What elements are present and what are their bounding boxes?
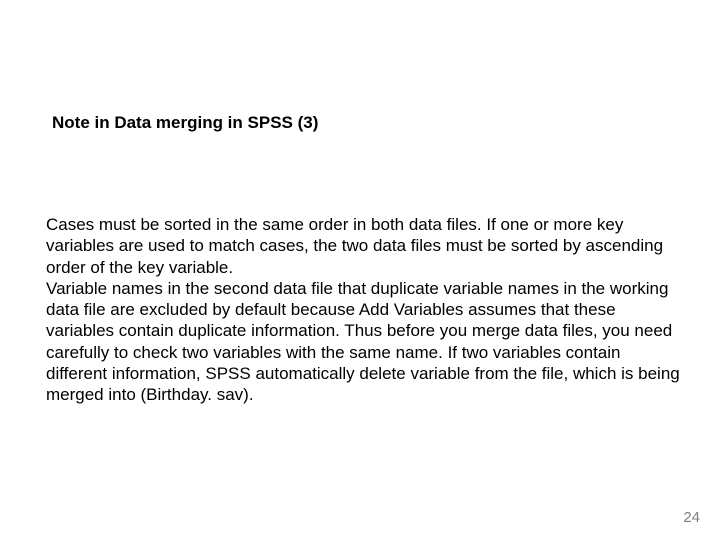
page-number: 24 bbox=[683, 509, 700, 526]
slide-title: Note in Data merging in SPSS (3) bbox=[52, 112, 318, 134]
slide: Note in Data merging in SPSS (3) Cases m… bbox=[0, 0, 720, 540]
slide-body-text: Cases must be sorted in the same order i… bbox=[46, 214, 680, 405]
